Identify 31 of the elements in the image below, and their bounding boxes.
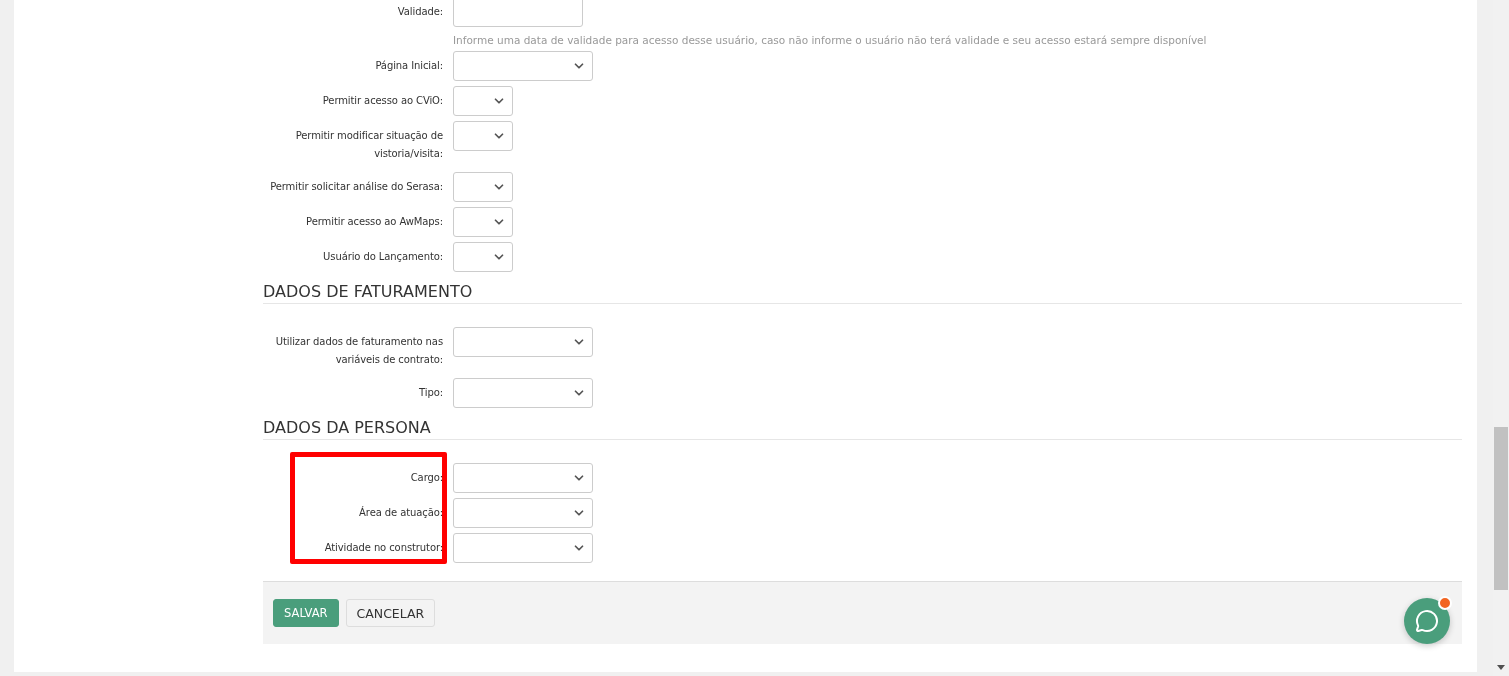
select-field[interactable] bbox=[453, 242, 513, 272]
section-heading: DADOS DE FATURAMENTO bbox=[263, 282, 1462, 304]
field-label: Permitir solicitar análise do Serasa: bbox=[269, 180, 443, 194]
field-label: Permitir acesso ao CViO: bbox=[321, 94, 443, 108]
cancel-button[interactable]: CANCELAR bbox=[345, 599, 436, 627]
date-input-field[interactable] bbox=[453, 0, 583, 27]
field-label: Permitir modificar situação de vistoria/visita: bbox=[294, 129, 443, 161]
scrollbar-thumb[interactable] bbox=[1494, 427, 1508, 590]
select-field[interactable] bbox=[453, 207, 513, 237]
select-field[interactable] bbox=[453, 378, 593, 408]
field-label: Atividade no construtor: bbox=[323, 541, 443, 555]
field-label: Tipo: bbox=[418, 386, 443, 400]
select-field[interactable] bbox=[453, 463, 593, 493]
select-field[interactable] bbox=[453, 121, 513, 151]
field-label: Cargo: bbox=[409, 471, 443, 485]
select-field[interactable] bbox=[453, 86, 513, 116]
select-field[interactable] bbox=[453, 498, 593, 528]
field-label: Página Inicial: bbox=[374, 59, 443, 73]
select-field[interactable] bbox=[453, 327, 593, 357]
help-text: Informe uma data de validade para acesso desse usuário, caso não informe o usuário não terá validade e seu acesso estará sempre disponível bbox=[453, 34, 1207, 46]
field-label: Área de atuação: bbox=[358, 505, 443, 520]
field-label: Permitir acesso ao AwMaps: bbox=[305, 215, 443, 229]
scroll-down-arrow-icon[interactable] bbox=[1497, 665, 1505, 670]
field-label: Utilizar dados de faturamento nas variáveis de contrato: bbox=[274, 335, 443, 367]
field-label: Validade: bbox=[396, 5, 443, 19]
select-field[interactable] bbox=[453, 172, 513, 202]
select-field[interactable] bbox=[453, 51, 593, 81]
select-field[interactable] bbox=[453, 533, 593, 563]
field-label: Usuário do Lançamento: bbox=[322, 250, 443, 264]
chat-bubble-icon bbox=[1415, 609, 1439, 633]
section-heading: DADOS DA PERSONA bbox=[263, 418, 1462, 440]
